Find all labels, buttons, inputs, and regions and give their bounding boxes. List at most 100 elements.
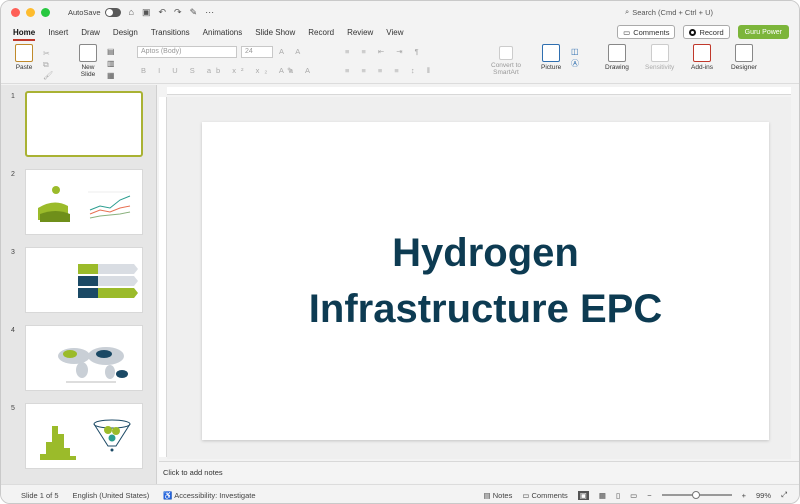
notes-toggle-label: Notes xyxy=(492,490,513,500)
tab-insert[interactable]: Insert xyxy=(48,28,68,37)
home-icon[interactable]: ⌂ xyxy=(129,7,134,18)
zoom-slider[interactable] xyxy=(661,491,732,499)
vertical-ruler xyxy=(159,97,167,457)
convert-smartart-button[interactable]: Convert to SmartArt xyxy=(491,46,521,76)
add-ins-button[interactable]: Add-ins xyxy=(691,44,713,71)
autosave-control: AutoSave xyxy=(68,7,121,17)
format-brush-icon[interactable]: 🖌 xyxy=(43,70,53,81)
accessibility-label: Accessibility: Investigate xyxy=(174,490,256,500)
window-controls xyxy=(11,7,50,17)
notes-toggle[interactable]: ▤ Notes xyxy=(484,491,513,500)
arrow-list-preview xyxy=(78,264,138,298)
tab-home[interactable]: Home xyxy=(13,28,36,41)
paste-button[interactable]: Paste xyxy=(15,44,33,71)
font-name-select[interactable]: Aptos (Body) xyxy=(137,46,237,58)
tab-actions: ▭ Comments Record Guru Power xyxy=(617,25,789,39)
close-window-button[interactable] xyxy=(11,7,20,17)
undo-icon[interactable]: ↶ xyxy=(158,7,166,18)
status-bar: Slide 1 of 5 English (United States) ♿ A… xyxy=(1,484,799,503)
comments-button[interactable]: ▭ Comments xyxy=(617,25,676,39)
redo-icon[interactable]: ↷ xyxy=(174,7,182,18)
guru-power-button[interactable]: Guru Power xyxy=(737,25,789,39)
cut-icon[interactable]: ✂ xyxy=(43,48,53,59)
tab-design[interactable]: Design xyxy=(113,28,138,37)
accessibility-icon: ♿ xyxy=(163,490,173,500)
slide-thumbnail-1[interactable] xyxy=(25,91,143,157)
thumbnail-number: 4 xyxy=(11,327,15,334)
search-box[interactable]: ⌕ Search (Cmd + Ctrl + U) xyxy=(625,7,713,17)
comments-toggle[interactable]: ▭ Comments xyxy=(522,491,567,500)
section-icon[interactable]: ▦ xyxy=(107,70,115,82)
tab-record[interactable]: Record xyxy=(308,28,334,37)
zoom-in-button[interactable]: + xyxy=(742,491,746,500)
current-slide[interactable]: Hydrogen Infrastructure EPC xyxy=(202,122,769,440)
accessibility-status[interactable]: ♿ Accessibility: Investigate xyxy=(163,491,255,500)
sensitivity-button[interactable]: Sensitivity xyxy=(645,44,674,71)
save-icon[interactable]: ▣ xyxy=(142,7,151,18)
tab-draw[interactable]: Draw xyxy=(81,28,100,37)
drawing-button[interactable]: Drawing xyxy=(605,44,629,71)
shapes-icon[interactable]: ◫ xyxy=(571,46,579,58)
tab-slide-show[interactable]: Slide Show xyxy=(255,28,295,37)
layout-icon[interactable]: ▤ xyxy=(107,46,115,58)
textbox-icon[interactable]: Ⓐ xyxy=(571,58,579,70)
language-status[interactable]: English (United States) xyxy=(73,491,150,500)
search-placeholder: Search (Cmd + Ctrl + U) xyxy=(632,7,714,17)
copy-icon[interactable]: ⧉ xyxy=(43,59,53,70)
reading-view-icon[interactable]: ▯ xyxy=(616,491,620,500)
slide-thumbnail-5[interactable] xyxy=(25,403,143,469)
more-icon[interactable]: ⋯ xyxy=(205,7,214,18)
picture-button[interactable]: Picture xyxy=(541,44,561,71)
format-painter-icon[interactable]: ✎ xyxy=(190,7,198,18)
list-buttons[interactable]: ≡ ≡ ⇤ ⇥ ¶ xyxy=(345,47,424,56)
fit-to-window-icon[interactable]: ⤢ xyxy=(781,490,787,500)
record-label: Record xyxy=(699,27,724,37)
alignment-buttons[interactable]: ≡ ≡ ≡ ≡ ↕ ⫴ xyxy=(345,66,435,76)
slide-thumbnail-3[interactable] xyxy=(25,247,143,313)
zoom-out-button[interactable]: − xyxy=(647,491,651,500)
font-size-select[interactable]: 24 xyxy=(241,46,273,58)
tab-view[interactable]: View xyxy=(386,28,403,37)
autosave-toggle[interactable] xyxy=(104,7,121,17)
notes-placeholder: Click to add notes xyxy=(163,468,223,477)
notes-pane[interactable]: Click to add notes xyxy=(159,461,799,483)
comments-icon: ▭ xyxy=(522,490,530,500)
drawing-icon xyxy=(607,44,626,62)
thumbnail-number: 3 xyxy=(11,249,15,256)
paste-icon xyxy=(15,44,33,62)
zoom-level[interactable]: 99% xyxy=(756,491,771,500)
clipboard-small-icons: ✂ ⧉ 🖌 xyxy=(43,48,53,81)
record-button[interactable]: Record xyxy=(683,25,730,39)
sensitivity-icon xyxy=(650,44,669,62)
zoom-window-button[interactable] xyxy=(41,7,50,17)
add-ins-label: Add-ins xyxy=(691,64,714,71)
new-slide-button[interactable]: New Slide xyxy=(79,44,97,78)
normal-view-icon[interactable]: ▣ xyxy=(577,490,589,500)
tab-animations[interactable]: Animations xyxy=(203,28,243,37)
slideshow-view-icon[interactable]: ▭ xyxy=(630,491,637,500)
font-size-controls[interactable]: A A xyxy=(279,47,305,56)
slide-thumbnail-2[interactable] xyxy=(25,169,143,235)
slide-sorter-icon[interactable]: ▦ xyxy=(599,491,606,500)
font-style-buttons[interactable]: B I U S ab x² x₂ Aa xyxy=(141,66,298,75)
farm-chart-preview xyxy=(38,186,131,222)
ribbon-home: Paste ✂ ⧉ 🖌 New Slide ▤ ▥ ▦ Aptos (Body)… xyxy=(1,42,799,84)
autosave-label: AutoSave xyxy=(68,7,101,17)
slide-thumbnails-pane: 1 2 3 4 5 xyxy=(1,85,157,485)
slide-canvas: Hydrogen Infrastructure EPC xyxy=(167,97,791,459)
slide-title-line-1[interactable]: Hydrogen xyxy=(392,225,579,281)
slide-thumbnail-4[interactable] xyxy=(25,325,143,391)
zoom-slider-thumb[interactable] xyxy=(691,491,700,499)
comments-toggle-label: Comments xyxy=(531,490,568,500)
add-ins-icon xyxy=(693,44,712,62)
record-icon xyxy=(689,28,697,36)
tab-transitions[interactable]: Transitions xyxy=(151,28,190,37)
tab-review[interactable]: Review xyxy=(347,28,373,37)
designer-button[interactable]: Designer xyxy=(731,44,757,71)
minimize-window-button[interactable] xyxy=(26,7,35,17)
font-color-buttons[interactable]: ✎ A xyxy=(287,66,315,75)
title-bar: AutoSave ⌂ ▣ ↶ ↷ ✎ ⋯ ⌕ Search (Cmd + Ctr… xyxy=(1,1,799,23)
slide-title-line-2[interactable]: Infrastructure EPC xyxy=(309,281,662,337)
comment-icon: ▭ xyxy=(623,27,631,37)
reset-icon[interactable]: ▥ xyxy=(107,58,115,70)
